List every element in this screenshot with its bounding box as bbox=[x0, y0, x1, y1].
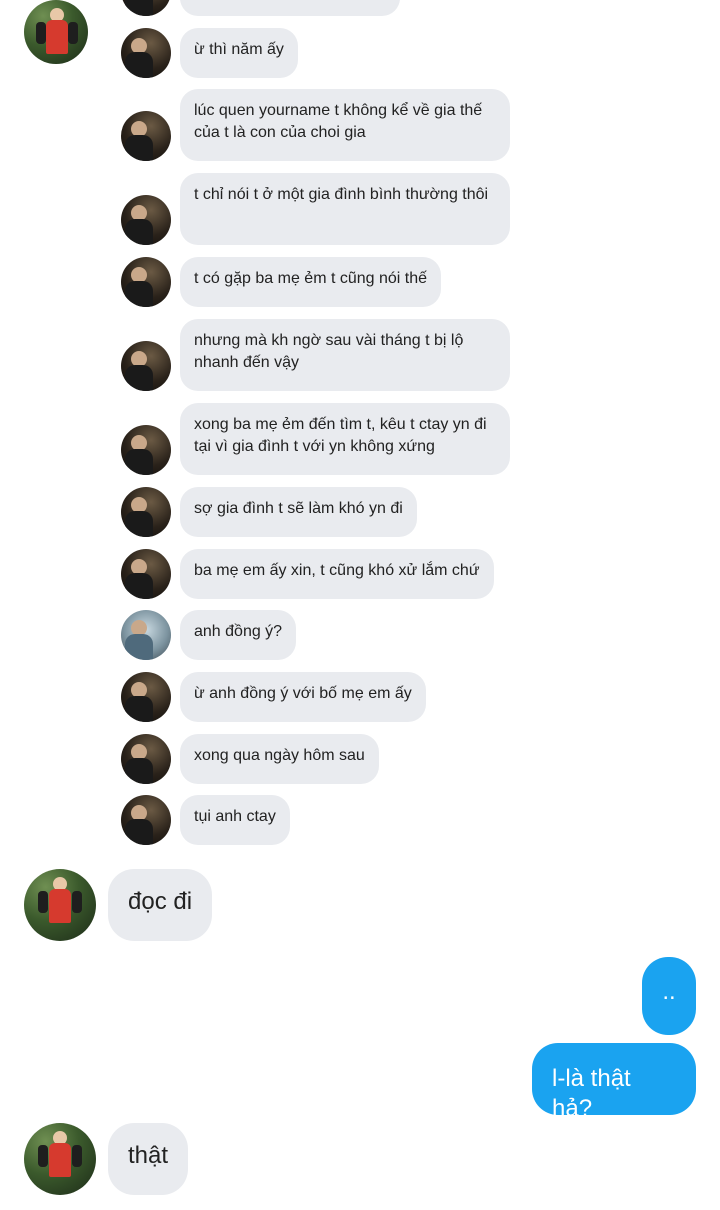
avatar bbox=[121, 257, 171, 307]
message-bubble[interactable]: ba mẹ em ấy xin, t cũng khó xử lắm chứ bbox=[180, 549, 494, 599]
incoming-message[interactable]: thật bbox=[108, 1123, 189, 1195]
avatar bbox=[121, 28, 171, 78]
avatar bbox=[121, 195, 171, 245]
avatar bbox=[121, 341, 171, 391]
avatar-alt bbox=[121, 610, 171, 660]
message-bubble[interactable]: tụi anh ctay bbox=[180, 795, 290, 845]
avatar-sender[interactable] bbox=[24, 869, 96, 941]
message-bubble[interactable]: xong qua ngày hôm sau bbox=[180, 734, 379, 784]
avatar-partial bbox=[121, 0, 171, 16]
avatar bbox=[121, 111, 171, 161]
outgoing-message[interactable]: .. bbox=[642, 957, 696, 1035]
message-bubble[interactable]: t chỉ nói t ở một gia đình bình thường t… bbox=[180, 173, 510, 245]
partial-bubble-top bbox=[180, 0, 400, 16]
avatar bbox=[121, 795, 171, 845]
message-bubble[interactable]: lúc quen yourname t không kể về gia thế … bbox=[180, 89, 510, 161]
message-bubble[interactable]: nhưng mà kh ngờ sau vài tháng t bị lộ nh… bbox=[180, 319, 510, 391]
message-bubble[interactable]: t có gặp ba mẹ ẻm t cũng nói thế bbox=[180, 257, 442, 307]
message-bubble[interactable]: ừ anh đồng ý với bố mẹ em ấy bbox=[180, 672, 426, 722]
avatar bbox=[121, 672, 171, 722]
avatar bbox=[121, 425, 171, 475]
avatar bbox=[121, 487, 171, 537]
avatar bbox=[121, 549, 171, 599]
avatar-sender[interactable] bbox=[24, 1123, 96, 1195]
avatar-sender-top[interactable] bbox=[24, 0, 88, 64]
avatar bbox=[121, 734, 171, 784]
outgoing-message[interactable]: l-là thật hả? bbox=[532, 1043, 696, 1122]
message-bubble[interactable]: xong ba mẹ ẻm đến tìm t, kêu t ctay yn đ… bbox=[180, 403, 510, 475]
message-bubble[interactable]: ừ thì năm ấy bbox=[180, 28, 298, 78]
message-bubble[interactable]: sợ gia đình t sẽ làm khó yn đi bbox=[180, 487, 417, 537]
incoming-message[interactable]: đọc đi bbox=[108, 869, 213, 941]
message-bubble[interactable]: anh đồng ý? bbox=[180, 610, 297, 660]
